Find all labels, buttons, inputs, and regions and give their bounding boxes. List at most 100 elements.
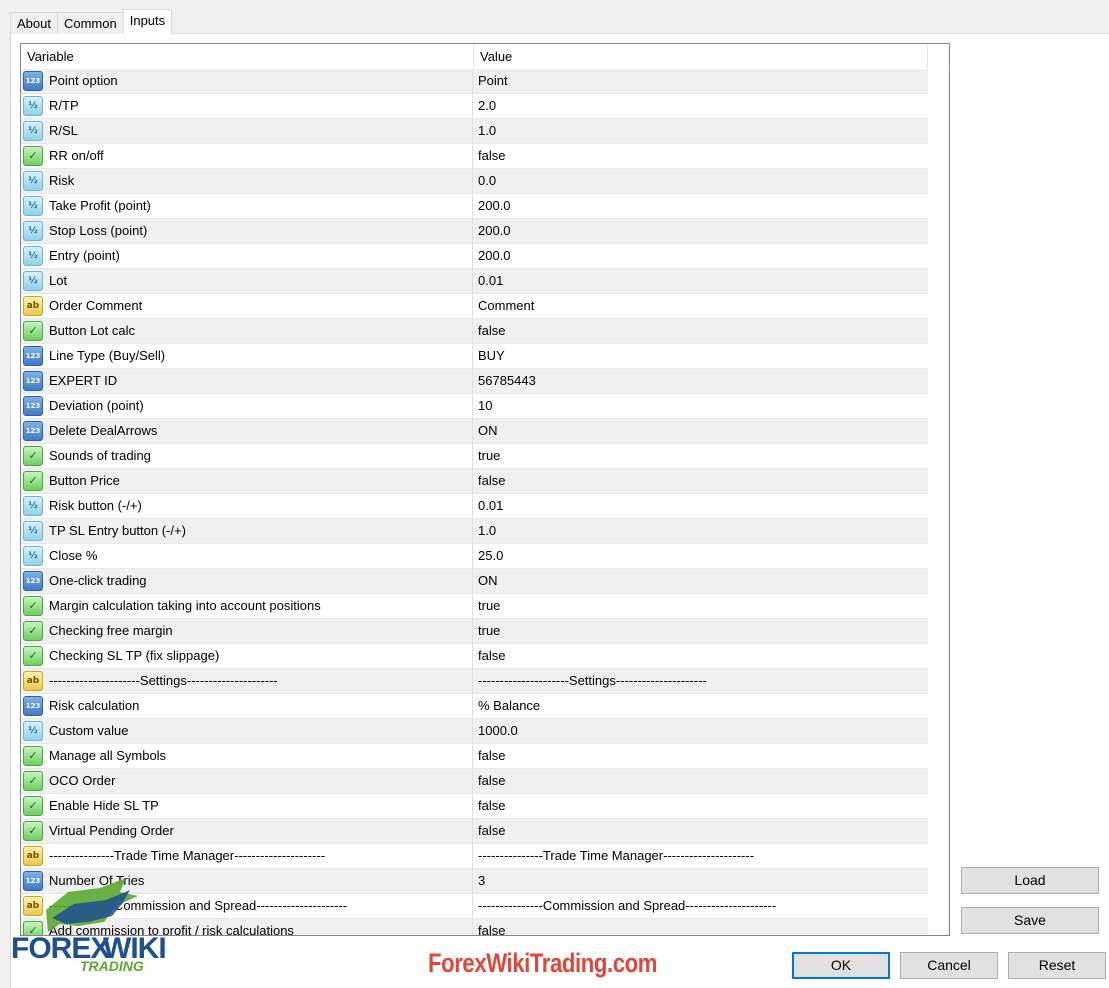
value-cell[interactable]: 25.0 [473,544,928,568]
double-type-icon: ½ [23,196,43,216]
ok-button[interactable]: OK [792,952,890,979]
value-cell[interactable]: ON [473,419,928,443]
tab-about[interactable]: About [10,12,58,34]
value-cell[interactable]: 3 [473,869,928,893]
table-row[interactable]: ½ TP SL Entry button (-/+) 1.0 [21,519,928,544]
value-cell[interactable]: 56785443 [473,369,928,393]
table-row[interactable]: ½ Take Profit (point) 200.0 [21,194,928,219]
value-cell[interactable]: false [473,144,928,168]
value-cell[interactable]: ON [473,569,928,593]
table-row[interactable]: 123 Deviation (point) 10 [21,394,928,419]
double-type-icon: ½ [23,496,43,516]
value-cell[interactable]: ---------------Commission and Spread----… [473,894,928,918]
value-cell[interactable]: 0.01 [473,269,928,293]
value-cell[interactable]: false [473,469,928,493]
table-row[interactable]: ab ---------------Trade Time Manager-----… [21,844,928,869]
reset-button[interactable]: Reset [1008,952,1106,979]
table-row[interactable]: 123 Point option Point [21,69,928,94]
tab-inputs[interactable]: Inputs [122,9,173,34]
value-cell[interactable]: false [473,794,928,818]
table-row[interactable]: ✓ Button Lot calc false [21,319,928,344]
variable-cell: ✓ OCO Order [21,769,473,793]
table-row[interactable]: 123 EXPERT ID 56785443 [21,369,928,394]
value-cell[interactable]: 10 [473,394,928,418]
table-row[interactable]: 123 Delete DealArrows ON [21,419,928,444]
value-cell[interactable]: 1000.0 [473,719,928,743]
double-type-icon: ½ [23,171,43,191]
table-row[interactable]: ½ Stop Loss (point) 200.0 [21,219,928,244]
value-cell[interactable]: false [473,644,928,668]
variable-cell: ✓ Checking SL TP (fix slippage) [21,644,473,668]
table-row[interactable]: ✓ Virtual Pending Order false [21,819,928,844]
table-row[interactable]: 123 Risk calculation % Balance [21,694,928,719]
table-row[interactable]: ✓ Margin calculation taking into account … [21,594,928,619]
table-row[interactable]: ab Order Comment Comment [21,294,928,319]
inputs-grid[interactable]: Variable Value 123 Point option Point ½ R/TP… [20,43,950,936]
value-cell[interactable]: ---------------------Settings-----------… [473,669,928,693]
vertical-scrollbar[interactable] [948,69,949,935]
table-row[interactable]: ½ Risk button (-/+) 0.01 [21,494,928,519]
table-row[interactable]: ½ Close % 25.0 [21,544,928,569]
value-cell[interactable]: 200.0 [473,219,928,243]
value-cell[interactable]: false [473,819,928,843]
save-button[interactable]: Save [961,907,1099,934]
tab-common[interactable]: Common [56,12,124,34]
value-cell[interactable]: true [473,594,928,618]
logo-trading-text: TRADING [80,958,144,974]
value-cell[interactable]: false [473,919,928,935]
table-row[interactable]: ✓ Checking free margin true [21,619,928,644]
string-type-icon: ab [23,671,43,691]
load-button[interactable]: Load [961,867,1099,894]
value-cell[interactable]: true [473,619,928,643]
value-cell[interactable]: 200.0 [473,244,928,268]
variable-cell: 123 Delete DealArrows [21,419,473,443]
variable-cell: ✓ Virtual Pending Order [21,819,473,843]
scroll-up-arrow-icon[interactable]: ⌃ [948,46,949,66]
table-row[interactable]: ½ R/SL 1.0 [21,119,928,144]
variable-name: Close % [49,548,98,563]
value-cell[interactable]: false [473,769,928,793]
value-cell[interactable]: 1.0 [473,519,928,543]
variable-cell: ✓ Button Price [21,469,473,493]
value-cell[interactable]: 0.01 [473,494,928,518]
double-type-icon: ½ [23,721,43,741]
value-cell[interactable]: false [473,744,928,768]
table-row[interactable]: 123 Line Type (Buy/Sell) BUY [21,344,928,369]
boolean-type-icon: ✓ [23,146,43,166]
table-row[interactable]: ✓ Button Price false [21,469,928,494]
value-cell[interactable]: BUY [473,344,928,368]
variable-name: OCO Order [49,773,116,788]
value-cell[interactable]: 1.0 [473,119,928,143]
integer-type-icon: 123 [23,571,43,591]
value-cell[interactable]: true [473,444,928,468]
table-row[interactable]: ✓ Enable Hide SL TP false [21,794,928,819]
value-cell[interactable]: 200.0 [473,194,928,218]
scroll-down-arrow-icon[interactable]: ⌄ [948,915,949,935]
table-row[interactable]: ½ R/TP 2.0 [21,94,928,119]
value-cell[interactable]: Comment [473,294,928,318]
watermark-url: ForexWikiTrading.com [428,948,658,978]
table-row[interactable]: ✓ OCO Order false [21,769,928,794]
table-row[interactable]: 123 One-click trading ON [21,569,928,594]
table-row[interactable]: ½ Entry (point) 200.0 [21,244,928,269]
table-row[interactable]: ✓ RR on/off false [21,144,928,169]
table-row[interactable]: ½ Risk 0.0 [21,169,928,194]
table-row[interactable]: ✓ Manage all Symbols false [21,744,928,769]
column-header-variable[interactable]: Variable [21,44,474,69]
value-cell[interactable]: Point [473,69,928,93]
table-row[interactable]: ab ---------------------Settings---------… [21,669,928,694]
value-cell[interactable]: % Balance [473,694,928,718]
value-cell[interactable]: ---------------Trade Time Manager-------… [473,844,928,868]
cancel-button[interactable]: Cancel [900,952,998,979]
value-cell[interactable]: false [473,319,928,343]
table-row[interactable]: ½ Custom value 1000.0 [21,719,928,744]
table-row[interactable]: ✓ Sounds of trading true [21,444,928,469]
variable-name: Take Profit (point) [49,198,151,213]
column-header-value[interactable]: Value [474,44,928,69]
table-row[interactable]: ✓ Checking SL TP (fix slippage) false [21,644,928,669]
value-cell[interactable]: 2.0 [473,94,928,118]
variable-cell: ab Order Comment [21,294,473,318]
table-row[interactable]: ½ Lot 0.01 [21,269,928,294]
value-cell[interactable]: 0.0 [473,169,928,193]
variable-cell: 123 Deviation (point) [21,394,473,418]
